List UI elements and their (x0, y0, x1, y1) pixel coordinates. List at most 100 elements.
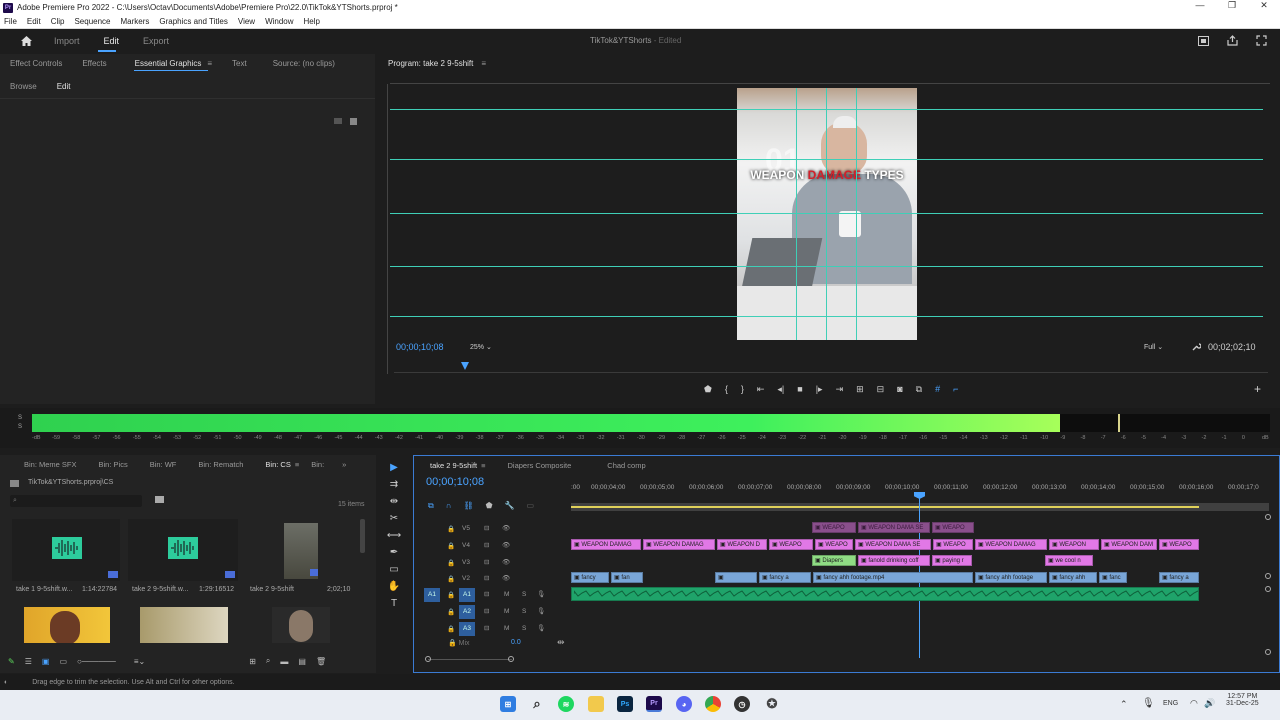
bin-menu-icon[interactable]: ≡ (295, 460, 299, 469)
menu-markers[interactable]: Markers (121, 17, 150, 26)
track-sync-icon[interactable]: ⊟ (484, 541, 489, 549)
bin-tab-cs[interactable]: Bin: CS (265, 460, 290, 469)
language-indicator[interactable]: ENG (1163, 700, 1178, 707)
clip-v3[interactable]: ▣ paying r (932, 555, 972, 566)
track-header-v4[interactable]: 🔒 V4 ⊟ 👁 (422, 539, 570, 553)
clip-v5[interactable]: ▣ WEAPO (812, 522, 856, 533)
snap-toggle-icon[interactable]: ∩ (446, 501, 452, 511)
track-solo[interactable]: S (522, 591, 526, 598)
file-explorer-icon[interactable] (588, 696, 604, 712)
program-timecode[interactable]: 00;00;10;08 (396, 342, 444, 352)
clip-v5[interactable]: ▣ WEAPO (932, 522, 974, 533)
clock[interactable]: 12:57 PM 31-Dec-25 (1226, 693, 1259, 707)
tab-text[interactable]: Text (232, 59, 247, 68)
clip-v4[interactable]: ▣ WEAPO (815, 539, 853, 550)
razor-tool-icon[interactable]: ✂ (390, 513, 398, 524)
track-lock-icon[interactable]: 🔒 (447, 525, 455, 533)
track-mic-icon[interactable]: 🎙 (537, 607, 545, 615)
sort-icon[interactable]: ≡⌄ (134, 657, 145, 666)
tab-source[interactable]: Source: (no clips) (273, 59, 335, 68)
linked-selection-icon[interactable]: ⛓ (463, 501, 473, 511)
list-view-icon[interactable]: ☰ (25, 657, 32, 666)
a-scroll-bottom[interactable] (1265, 649, 1271, 655)
pen-tool-icon[interactable]: ✒ (390, 547, 398, 558)
workspace-icon[interactable] (1198, 36, 1209, 46)
spotify-icon[interactable]: ≋ (558, 696, 574, 712)
bin-item-sequence-thumb[interactable] (284, 523, 318, 579)
timeline-settings-icon[interactable]: 🔧 (505, 501, 515, 511)
track-header-a2[interactable]: 🔒 A2 ⊟ M S 🎙 (422, 605, 570, 619)
track-solo[interactable]: S (522, 625, 526, 632)
safe-margins-icon[interactable]: # (935, 384, 940, 395)
chrome-icon[interactable] (705, 696, 721, 712)
bin-scrollbar[interactable] (360, 519, 365, 553)
microphone-icon[interactable]: 🎙 (1142, 698, 1155, 709)
add-marker-icon[interactable]: ⬟ (486, 501, 493, 511)
bin-tab-more[interactable]: Bin: (311, 460, 324, 469)
bin-item-thumb[interactable] (140, 607, 228, 643)
menu-edit[interactable]: Edit (27, 17, 41, 26)
meter-solo-left[interactable]: S (18, 415, 22, 421)
v-scroll-top[interactable] (1265, 514, 1271, 520)
bin-tab-pics[interactable]: Bin: Pics (99, 460, 128, 469)
track-target[interactable]: A1 (459, 588, 475, 602)
work-area-bar[interactable] (571, 503, 1269, 511)
source-patch[interactable]: A1 (424, 588, 440, 602)
search-icon[interactable]: ⌕ (529, 696, 545, 712)
track-sync-icon[interactable]: ⊟ (484, 524, 489, 532)
program-menu-icon[interactable]: ≡ (481, 59, 486, 68)
nest-icon[interactable]: ⧉ (428, 501, 434, 511)
track-mute[interactable]: M (504, 591, 509, 598)
track-mic-icon[interactable]: 🎙 (537, 624, 545, 632)
menu-clip[interactable]: Clip (51, 17, 65, 26)
track-target[interactable]: A2 (459, 605, 475, 619)
snap-icon[interactable]: ⌐ (953, 384, 958, 395)
volume-icon[interactable]: 🔊 (1204, 698, 1215, 709)
essential-graphics-menu-icon[interactable]: ≡ (207, 59, 212, 68)
track-select-tool-icon[interactable]: ⇉ (390, 479, 398, 490)
bin-item-thumb[interactable] (272, 607, 330, 643)
clip-a1-audio[interactable] (571, 587, 1199, 601)
bin-item-audio-2[interactable] (128, 519, 238, 581)
new-layer-icon[interactable] (350, 118, 357, 125)
zoom-handle-right[interactable] (508, 656, 514, 662)
go-to-out-icon[interactable]: ⇥ (836, 384, 844, 395)
track-lock-icon[interactable]: 🔒 (447, 591, 455, 599)
new-bin-button-icon[interactable]: ▬ (280, 657, 288, 666)
clip-v4[interactable]: ▣ WEAPON D (717, 539, 767, 550)
track-lock-icon[interactable]: 🔒 (447, 575, 455, 583)
track-sync-icon[interactable]: ⊟ (484, 590, 489, 598)
extract-icon[interactable]: ⊟ (877, 384, 885, 395)
windows-start-icon[interactable]: ⊞ (500, 696, 516, 712)
maximize-button[interactable]: ❐ (1216, 0, 1248, 11)
subtab-browse[interactable]: Browse (10, 82, 37, 91)
v-scroll-mid[interactable] (1265, 573, 1271, 579)
comparison-view-icon[interactable]: ⧉ (916, 384, 922, 395)
hand-tool-icon[interactable]: ✋ (388, 581, 400, 592)
photoshop-icon[interactable]: Ps (617, 696, 633, 712)
mix-jump-icon[interactable]: ⇹ (557, 637, 565, 648)
menu-help[interactable]: Help (304, 17, 320, 26)
clip-v2[interactable]: ▣ fancy (571, 572, 609, 583)
clock-app-icon[interactable]: ◷ (734, 696, 750, 712)
icon-view-icon[interactable]: ▣ (42, 657, 50, 666)
menu-sequence[interactable]: Sequence (74, 17, 110, 26)
bin-tab-meme-sfx[interactable]: Bin: Meme SFX (24, 460, 77, 469)
clip-v2[interactable]: ▣ fancy ahh footage.mp4 (813, 572, 973, 583)
more-tabs-icon[interactable]: » (342, 460, 346, 469)
clip-v4[interactable]: ▣ WEAPO (933, 539, 973, 550)
track-solo[interactable]: S (522, 608, 526, 615)
step-back-icon[interactable]: ◂| (777, 384, 784, 395)
track-header-v2[interactable]: 🔒 V2 ⊟ 👁 (422, 572, 570, 586)
clip-v5[interactable]: ▣ WEAPON DAMA SE (858, 522, 930, 533)
clip-v2[interactable]: ▣ fancy a (759, 572, 811, 583)
mark-in-icon[interactable]: { (725, 384, 728, 395)
timeline-timecode[interactable]: 00;00;10;08 (426, 476, 484, 488)
clip-v4[interactable]: ▣ WEAPON DAM (1101, 539, 1157, 550)
delete-icon[interactable]: 🗑 (316, 657, 326, 666)
bin-item-audio-1[interactable] (12, 519, 120, 581)
clip-v4[interactable]: ▣ WEAPON (1049, 539, 1099, 550)
clip-v4[interactable]: ▣ WEAPON DAMAG (571, 539, 641, 550)
track-eye-icon[interactable]: 👁 (502, 524, 510, 532)
zoom-handle-left[interactable] (425, 656, 431, 662)
